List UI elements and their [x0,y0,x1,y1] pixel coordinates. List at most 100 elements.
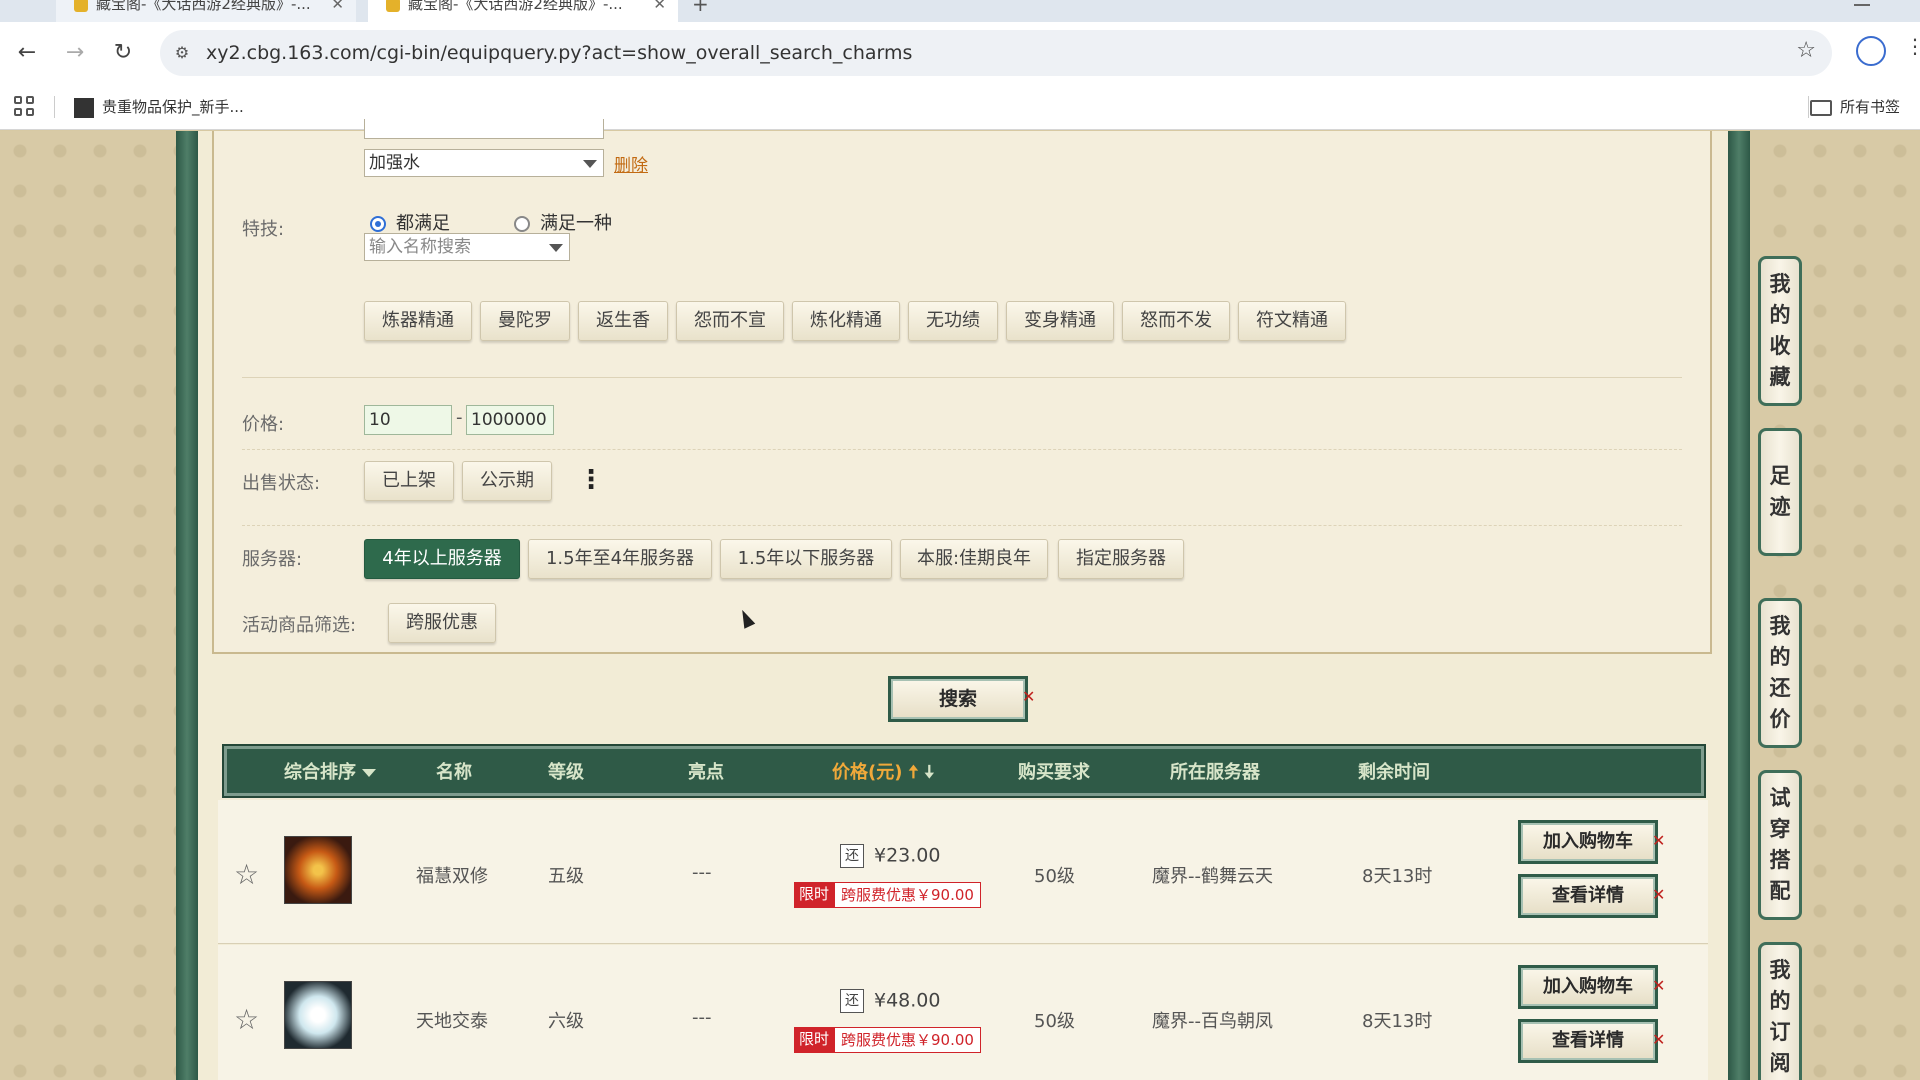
item-price: 还 ¥23.00 [840,844,940,868]
browser-tab-2[interactable]: 藏宝阁-《大话西游2经典版》-... ✕ [368,0,678,22]
server-chip[interactable]: 1.5年以下服务器 [720,539,892,579]
view-details-button[interactable]: 查看详情 [1518,1019,1658,1063]
browser-tab-strip: 藏宝阁-《大话西游2经典版》-... ✕ 藏宝阁-《大话西游2经典版》-... ✕ … [0,0,1920,22]
promo-badge: 限时 跨服费优惠￥90.00 [794,1027,981,1053]
add-to-cart-button[interactable]: 加入购物车 [1518,965,1658,1009]
item-buy-requirement: 50级 [1034,1011,1075,1032]
server-chip[interactable]: 1.5年至4年服务器 [528,539,712,579]
item-price-value: ¥48.00 [874,989,941,1012]
attribute-select-hidden[interactable] [364,119,604,139]
side-tab-char: 我 [1769,958,1791,982]
reload-icon[interactable]: ↻ [106,36,140,70]
radio-all-match[interactable]: 都满足 [370,209,450,235]
skill-chip[interactable]: 符文精通 [1238,301,1346,341]
ribbon-icon: ✕ [1652,831,1666,850]
sort-header[interactable]: 综合排序 [284,746,376,800]
price-max-input[interactable]: 1000000 [466,405,554,435]
server-chip-active[interactable]: 4年以上服务器 [364,539,520,579]
sort-ascending-icon[interactable]: 🠅 [908,762,918,783]
price-separator: - [456,407,463,428]
item-thumbnail[interactable] [284,836,352,904]
bookmark-item[interactable]: 贵重物品保护_新手... [74,94,244,120]
skill-chip[interactable]: 怒而不发 [1122,301,1230,341]
bargain-icon[interactable]: 还 [840,844,864,868]
favorite-star-icon[interactable]: ☆ [234,858,259,891]
search-button[interactable]: 搜索 [888,676,1028,722]
bargain-icon[interactable]: 还 [840,989,864,1013]
skill-search-input[interactable]: 输入名称搜索 [364,233,570,261]
skill-chip[interactable]: 怨而不宣 [676,301,784,341]
side-tab-footprints[interactable]: 足迹 [1758,428,1802,556]
side-tab-my-favorites[interactable]: 我的收藏 [1758,256,1802,406]
side-tab-char: 阅 [1769,1051,1791,1075]
sale-status-chip[interactable]: 公示期 [462,461,552,501]
site-settings-icon[interactable]: ⚙ [170,41,194,65]
bookmark-star-icon[interactable]: ☆ [1796,38,1816,63]
address-bar[interactable]: ⚙ xy2.cbg.163.com/cgi-bin/equipquery.py?… [160,30,1832,76]
side-tab-char: 藏 [1769,365,1791,389]
back-arrow-icon[interactable]: ← [10,36,44,70]
bookmark-label: 贵重物品保护_新手... [102,98,244,116]
attribute-select-value: 加强水 [369,153,420,173]
browser-tab-1[interactable]: 藏宝阁-《大话西游2经典版》-... ✕ [56,0,356,22]
results-table-header: 综合排序 名称 等级 亮点 价格(元) 🠅 🠇 购买要求 所在服务器 剩余时间 [222,744,1706,798]
price-min-input[interactable]: 10 [364,405,452,435]
bookmarks-bar: 贵重物品保护_新手... 所有书签 [0,84,1920,130]
item-buy-requirement: 50级 [1034,866,1075,887]
radio-any-match[interactable]: 满足一种 [514,209,612,235]
server-chip[interactable]: 指定服务器 [1058,539,1184,579]
side-tab-try-on[interactable]: 试穿搭配 [1758,770,1802,920]
server-label: 服务器: [242,549,303,570]
sort-descending-icon[interactable]: 🠇 [924,762,934,783]
side-tab-char: 订 [1769,1020,1791,1044]
chevron-down-icon [549,244,563,252]
section-divider [242,525,1682,526]
item-thumbnail[interactable] [284,981,352,1049]
attribute-select[interactable]: 加强水 [364,149,604,177]
skill-chip[interactable]: 返生香 [578,301,668,341]
favorite-star-icon[interactable]: ☆ [234,1003,259,1036]
close-tab-icon[interactable]: ✕ [653,0,666,22]
side-tab-my-subscriptions[interactable]: 我的订阅 [1758,942,1802,1080]
item-level: 五级 [548,866,584,887]
ribbon-icon: ✕ [1652,1030,1666,1049]
minimize-window-icon[interactable] [1854,0,1870,6]
add-to-cart-button[interactable]: 加入购物车 [1518,820,1658,864]
item-name[interactable]: 福慧双修 [416,862,488,888]
close-tab-icon[interactable]: ✕ [331,0,344,22]
side-tab-my-bargains[interactable]: 我的还价 [1758,598,1802,748]
item-time-left: 8天13时 [1362,1011,1433,1032]
skill-chip[interactable]: 炼化精通 [792,301,900,341]
activity-chip[interactable]: 跨服优惠 [388,603,496,643]
view-details-button[interactable]: 查看详情 [1518,874,1658,918]
time-left-header: 剩余时间 [1358,762,1430,783]
skill-chip[interactable]: 变身精通 [1006,301,1114,341]
browser-menu-icon[interactable]: ⋮ [1905,34,1920,58]
new-tab-button[interactable]: + [692,0,709,16]
url-text[interactable]: xy2.cbg.163.com/cgi-bin/equipquery.py?ac… [206,30,912,76]
promo-tag: 限时 [794,882,835,908]
skill-chip[interactable]: 曼陀罗 [480,301,570,341]
forward-arrow-icon[interactable]: → [58,36,92,70]
profile-avatar-icon[interactable] [1856,36,1886,66]
apps-grid-icon[interactable] [14,96,34,116]
radio-all-label: 都满足 [396,213,450,234]
bookmark-favicon-icon [74,97,94,118]
side-tab-char: 足 [1769,464,1791,488]
radio-any-label: 满足一种 [540,213,612,234]
all-bookmarks-button[interactable]: 所有书签 [1810,94,1900,120]
more-options-icon[interactable]: ⋮ [578,465,604,495]
bookmark-divider [54,96,55,118]
name-header: 名称 [436,762,472,783]
ribbon-icon: ✕ [1022,687,1036,706]
skill-chip[interactable]: 炼器精通 [364,301,472,341]
price-header[interactable]: 价格(元) 🠅 🠇 [832,746,934,800]
price-header-label: 价格(元) [832,762,903,783]
item-server: 魔界--百鸟朝凤 [1152,1011,1273,1032]
delete-link[interactable]: 删除 [614,151,648,176]
server-chip[interactable]: 本服:佳期良年 [900,539,1048,579]
item-name[interactable]: 天地交泰 [416,1007,488,1033]
item-server: 魔界--鹤舞云天 [1152,866,1273,887]
sale-status-chip[interactable]: 已上架 [364,461,454,501]
skill-chip[interactable]: 无功绩 [908,301,998,341]
